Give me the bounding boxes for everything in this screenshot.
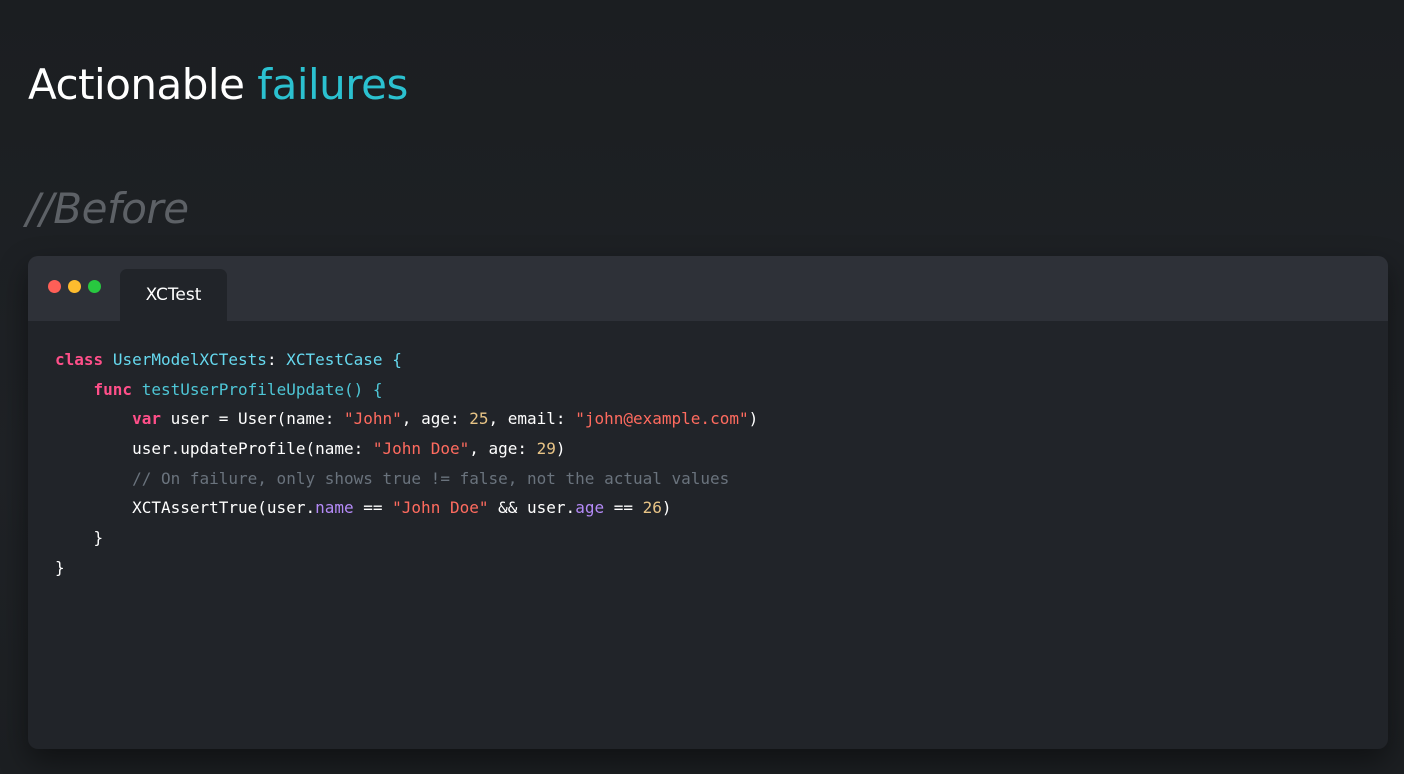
code-token: XCTAssertTrue(user. [132, 498, 316, 518]
zoom-window-button[interactable] [88, 280, 101, 293]
window-titlebar: XCTest [28, 256, 1388, 321]
code-line: user.updateProfile(name: "John Doe", age… [55, 434, 758, 464]
code-token: ) [555, 439, 566, 459]
string-token: "John Doe" [392, 498, 489, 518]
code-token: == [604, 498, 643, 518]
minimize-window-button[interactable] [68, 280, 81, 293]
code-token: , email: [488, 409, 576, 429]
slide-title: Actionable failures [28, 60, 408, 109]
function-signature-token: testUserProfileUpdate() { [141, 379, 383, 399]
string-token: "john@example.com" [575, 409, 749, 429]
code-token: } [93, 528, 104, 548]
code-token: , age: [401, 409, 470, 429]
title-highlight: failures [257, 60, 408, 109]
code-line: } [55, 553, 758, 583]
code-line: var user = User(name: "John", age: 25, e… [55, 404, 758, 434]
code-block: class UserModelXCTests: XCTestCase { fun… [55, 345, 758, 583]
number-token: 25 [469, 409, 489, 429]
keyword-token: var [132, 409, 161, 429]
code-token: user = User(name: [170, 409, 344, 429]
property-token: name [315, 498, 354, 518]
keyword-token: func [93, 379, 133, 399]
type-token: UserModelXCTests [112, 350, 267, 369]
tab-label: XCTest [145, 285, 202, 305]
code-line: func testUserProfileUpdate() { [55, 375, 758, 405]
section-label: //Before [26, 184, 189, 233]
close-window-button[interactable] [48, 280, 61, 293]
code-token: : [266, 350, 277, 369]
code-line: } [55, 523, 758, 553]
keyword-token: class [55, 350, 104, 369]
code-token: ) [661, 498, 672, 518]
code-token: ) [748, 409, 759, 429]
title-prefix: Actionable [28, 60, 258, 109]
comment-token: // On failure, only shows true != false,… [132, 468, 730, 488]
code-line: class UserModelXCTests: XCTestCase { [55, 345, 758, 375]
code-line: // On failure, only shows true != false,… [55, 464, 758, 494]
code-token: && user. [488, 498, 576, 518]
code-token: == [353, 498, 393, 518]
code-token: } [55, 557, 65, 577]
number-token: 29 [536, 439, 556, 459]
tab-xctest[interactable]: XCTest [120, 269, 227, 321]
type-token: XCTestCase [286, 350, 383, 369]
code-token: { [392, 350, 402, 369]
code-token: , age: [469, 439, 537, 459]
string-token: "John" [344, 409, 402, 429]
code-window: XCTest class UserModelXCTests: XCTestCas… [28, 256, 1388, 749]
code-token: user.updateProfile(name: [132, 439, 373, 459]
string-token: "John Doe" [372, 439, 470, 459]
code-line: XCTAssertTrue(user.name == "John Doe" &&… [55, 493, 758, 523]
number-token: 26 [642, 498, 662, 518]
property-token: age [575, 498, 605, 518]
